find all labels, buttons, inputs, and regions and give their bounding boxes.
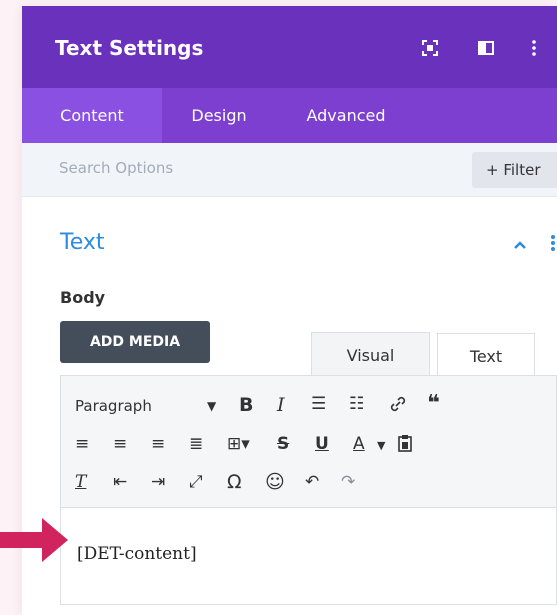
focus-icon[interactable] — [422, 40, 438, 59]
strikethrough-icon[interactable]: S — [277, 434, 289, 454]
panel-header: Text Settings — [22, 6, 557, 88]
tab-advanced[interactable]: Advanced — [276, 88, 416, 143]
body-label: Body — [60, 288, 106, 307]
format-dropdown-icon[interactable]: ▼ — [207, 396, 216, 416]
redo-icon[interactable]: ↷ — [341, 472, 355, 492]
pointer-arrow-icon — [0, 518, 68, 562]
section-menu-icon[interactable] — [550, 234, 556, 256]
filter-button[interactable]: + Filter — [472, 152, 557, 188]
outdent-icon[interactable]: ⇤ — [113, 472, 127, 492]
emoji-icon[interactable]: ☺ — [265, 472, 285, 492]
format-select[interactable]: Paragraph — [75, 396, 152, 416]
link-icon[interactable] — [389, 395, 407, 418]
tab-design[interactable]: Design — [162, 88, 276, 143]
section-title[interactable]: Text — [60, 230, 105, 255]
text-color-icon[interactable]: A — [353, 434, 365, 454]
table-icon[interactable]: ⊞▾ — [227, 434, 250, 454]
visual-tab[interactable]: Visual — [311, 332, 430, 379]
panel-title: Text Settings — [55, 36, 204, 60]
add-media-button[interactable]: ADD MEDIA — [60, 321, 210, 363]
underline-icon[interactable]: U — [315, 434, 329, 454]
editor-content-area[interactable]: [DET-content] — [61, 509, 556, 604]
align-right-icon[interactable]: ≡ — [151, 434, 165, 454]
text-settings-panel: Text Settings Content Design Advanced + … — [22, 6, 557, 615]
indent-icon[interactable]: ⇥ — [151, 472, 165, 492]
chevron-up-icon[interactable] — [513, 236, 527, 254]
editor-content-text: [DET-content] — [77, 544, 197, 564]
columns-icon[interactable] — [478, 40, 494, 59]
align-center-icon[interactable]: ≡ — [113, 434, 127, 454]
align-left-icon[interactable]: ≡ — [75, 434, 89, 454]
blockquote-icon[interactable]: ❝ — [427, 393, 440, 415]
text-tab[interactable]: Text — [437, 333, 535, 379]
paste-text-icon[interactable] — [397, 434, 413, 457]
editor-toolbar: Paragraph ▼ B I ☰ ☷ ❝ ≡ ≡ ≡ ≣ ⊞▾ S U A ▼… — [61, 376, 556, 508]
text-color-dropdown-icon[interactable]: ▼ — [377, 436, 385, 456]
clear-formatting-icon[interactable]: T — [75, 472, 86, 492]
undo-icon[interactable]: ↶ — [305, 472, 319, 492]
rich-text-editor: Paragraph ▼ B I ☰ ☷ ❝ ≡ ≡ ≡ ≣ ⊞▾ S U A ▼… — [60, 375, 557, 605]
search-input[interactable] — [59, 159, 359, 177]
numbered-list-icon[interactable]: ☷ — [349, 394, 364, 414]
bold-icon[interactable]: B — [239, 395, 253, 415]
settings-tabs: Content Design Advanced — [22, 88, 557, 143]
justify-icon[interactable]: ≣ — [189, 434, 203, 454]
bulleted-list-icon[interactable]: ☰ — [311, 394, 326, 414]
tab-content[interactable]: Content — [22, 88, 162, 143]
more-vertical-icon[interactable] — [531, 40, 537, 59]
search-bar: + Filter — [22, 143, 557, 197]
fullscreen-icon[interactable]: ⤢ — [189, 472, 203, 492]
special-character-icon[interactable]: Ω — [227, 472, 242, 492]
italic-icon[interactable]: I — [277, 395, 285, 415]
